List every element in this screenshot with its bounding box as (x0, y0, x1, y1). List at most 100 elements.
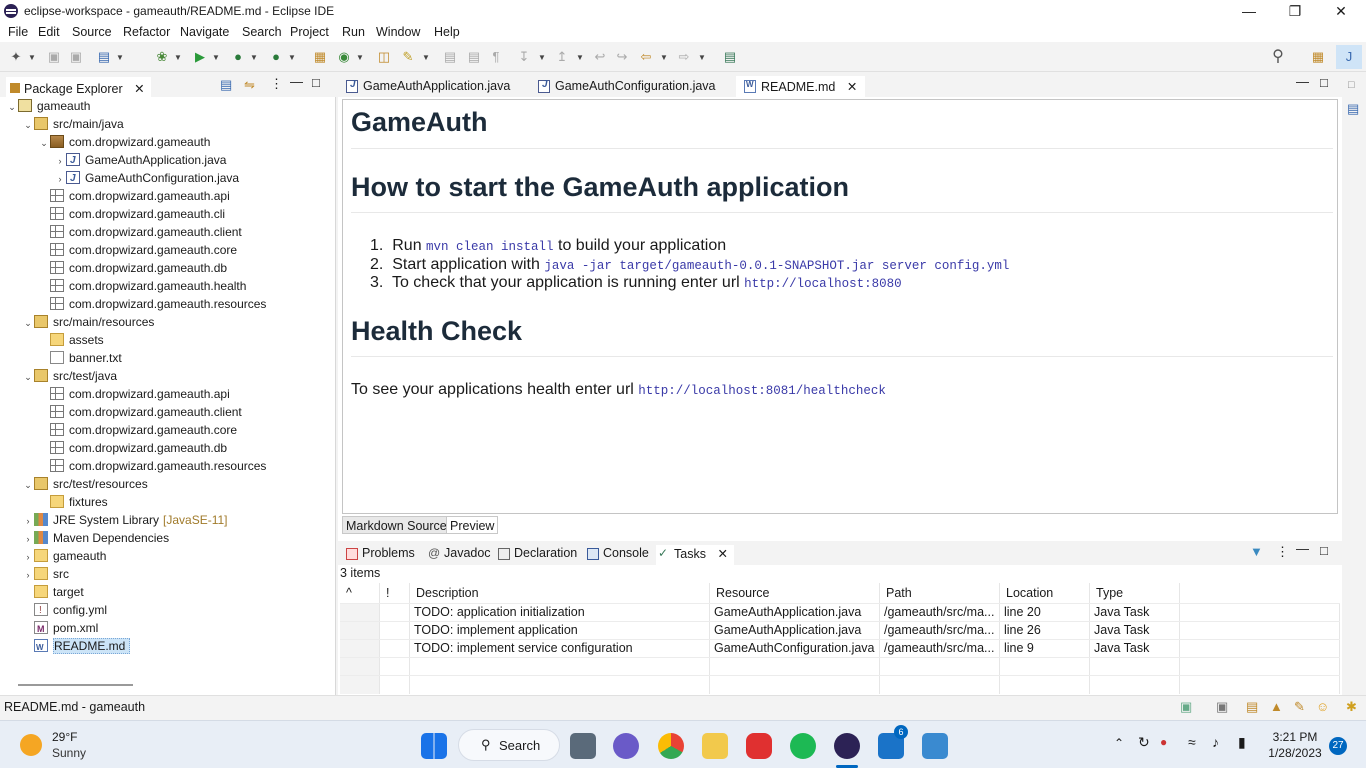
restore-button[interactable]: ❐ (1272, 0, 1318, 22)
eclipse-icon[interactable] (834, 733, 860, 759)
chevron-up-icon[interactable]: ⌃ (1114, 736, 1124, 750)
forward-edit-icon[interactable]: ↪ (614, 49, 630, 65)
notification-badge[interactable]: 27 (1329, 737, 1347, 755)
markdown-preview[interactable]: GameAuth How to start the GameAuth appli… (342, 99, 1338, 514)
tree-item[interactable]: › Maven Dependencies (22, 529, 170, 548)
tree-item[interactable]: › JRE System Library [JavaSE-11] (22, 511, 228, 529)
alert-icon[interactable]: ● (1160, 735, 1167, 749)
java-perspective-icon[interactable]: J (1336, 45, 1362, 69)
tree-item[interactable]: com.dropwizard.gameauth.api (38, 187, 230, 205)
previous-annotation-icon[interactable]: ↥ (554, 49, 570, 65)
terminal-dropdown-icon[interactable]: ▼ (116, 53, 124, 62)
back-icon[interactable]: ⇦ (638, 49, 654, 65)
minimize-editor-icon[interactable]: — (1296, 74, 1309, 89)
chevron-down-icon[interactable]: ⌄ (38, 134, 50, 152)
tree-item[interactable]: ⌄ gameauth (6, 97, 90, 115)
weather-temp[interactable]: 29°F (52, 730, 77, 744)
menu-edit[interactable]: Edit (38, 25, 60, 39)
tree-item[interactable]: › GameAuthConfiguration.java (54, 169, 240, 188)
tree-item[interactable]: ⌄ src/main/resources (22, 313, 154, 331)
link-with-editor-icon[interactable]: ⇋ (244, 77, 255, 93)
tutorial-icon[interactable]: ▲ (1270, 699, 1283, 714)
toggle-block-selection-icon[interactable]: ▤ (466, 49, 482, 65)
tree-item[interactable]: ⌄ com.dropwizard.gameauth (38, 133, 210, 151)
menu-help[interactable]: Help (434, 25, 460, 39)
coverage-dropdown-icon[interactable]: ▼ (250, 53, 258, 62)
external-tools-icon[interactable]: ● (268, 49, 284, 65)
column-type[interactable]: Type (1090, 583, 1180, 603)
view-menu-icon[interactable]: ⋮ (1276, 544, 1289, 560)
run-icon[interactable]: ▶ (192, 49, 208, 65)
terminal-icon[interactable]: ▤ (96, 49, 112, 65)
sync-icon[interactable]: ↻ (1138, 734, 1150, 751)
chevron-right-icon[interactable]: › (22, 512, 34, 530)
tree-item[interactable]: com.dropwizard.gameauth.db (38, 439, 227, 457)
wifi-icon[interactable]: ≈ (1188, 734, 1196, 750)
close-icon[interactable]: ✕ (134, 82, 144, 96)
minimize-view-icon[interactable]: — (290, 74, 303, 89)
tree-item[interactable]: ⌄ src/main/java (22, 115, 123, 134)
spotify-icon[interactable] (790, 733, 816, 759)
maximize-view-icon[interactable]: □ (1320, 543, 1328, 558)
tip-icon[interactable]: ✱ (1346, 699, 1357, 715)
clock-date[interactable]: 1/28/2023 (1262, 746, 1328, 760)
clock-time[interactable]: 3:21 PM (1262, 730, 1328, 744)
external-tools-dropdown-icon[interactable]: ▼ (288, 53, 296, 62)
tree-item[interactable]: pom.xml (22, 619, 98, 638)
open-type-icon[interactable]: ◫ (376, 49, 392, 65)
tab-markdown-source[interactable]: Markdown Source (342, 516, 451, 534)
menu-source[interactable]: Source (72, 25, 112, 39)
pen-icon[interactable]: ✎ (1294, 699, 1305, 715)
menu-refactor[interactable]: Refactor (123, 25, 170, 39)
tab-package-explorer[interactable]: Package Explorer ✕ (6, 77, 151, 97)
new-java-package-icon[interactable]: ▦ (312, 49, 328, 65)
tree-item[interactable]: banner.txt (38, 349, 122, 367)
minimize-view-icon[interactable]: — (1296, 541, 1309, 556)
menu-project[interactable]: Project (290, 25, 329, 39)
collapse-all-icon[interactable]: ▤ (220, 77, 232, 93)
anydesk-icon[interactable] (746, 733, 772, 759)
menu-run[interactable]: Run (342, 25, 365, 39)
pin-editor-icon[interactable]: ▤ (722, 49, 738, 65)
restore-icon[interactable]: □ (1348, 79, 1355, 91)
start-icon[interactable] (421, 733, 447, 759)
photos-icon[interactable] (922, 733, 948, 759)
tree-item[interactable]: config.yml (22, 601, 107, 620)
tab-problems[interactable]: Problems (344, 545, 415, 565)
previous-annotation-dropdown-icon[interactable]: ▼ (576, 53, 584, 62)
table-row[interactable]: TODO: implement application GameAuthAppli… (340, 621, 1340, 640)
column-description[interactable]: Description (410, 583, 710, 603)
tree-item[interactable]: com.dropwizard.gameauth.core (38, 421, 237, 439)
menu-navigate[interactable]: Navigate (180, 25, 229, 39)
tab-gameauthapplication-java[interactable]: GameAuthApplication.java (338, 76, 518, 97)
tab-tasks[interactable]: ✓ Tasks ✕ (656, 545, 734, 565)
tree-item[interactable]: com.dropwizard.gameauth.resources (38, 295, 266, 313)
forward-icon[interactable]: ⇨ (676, 49, 692, 65)
tab-readme-md[interactable]: README.md ✕ (736, 76, 866, 97)
tree-item[interactable]: com.dropwizard.gameauth.client (38, 223, 242, 241)
chevron-right-icon[interactable]: › (22, 548, 34, 566)
sun-icon[interactable] (20, 734, 42, 756)
updates-icon[interactable]: ▣ (1180, 699, 1192, 715)
task-view-icon[interactable] (570, 733, 596, 759)
tree-item[interactable]: com.dropwizard.gameauth.api (38, 385, 230, 403)
view-menu-icon[interactable]: ⋮ (270, 76, 283, 92)
chevron-down-icon[interactable]: ⌄ (22, 116, 34, 134)
chevron-down-icon[interactable]: ⌄ (6, 98, 18, 116)
search-icon[interactable]: ⚲ (1270, 49, 1286, 65)
tree-item[interactable]: › src (22, 565, 70, 583)
chevron-right-icon[interactable]: › (22, 530, 34, 548)
close-button[interactable]: ✕ (1318, 0, 1364, 22)
tree-item[interactable]: com.dropwizard.gameauth.resources (38, 457, 266, 475)
coverage-icon[interactable]: ● (230, 49, 246, 65)
tree-item[interactable]: com.dropwizard.gameauth.db (38, 259, 227, 277)
save-all-icon[interactable]: ▣ (68, 49, 84, 65)
new-dropdown-icon[interactable]: ▼ (28, 53, 36, 62)
open-perspective-icon[interactable]: ▦ (1310, 49, 1326, 65)
chevron-right-icon[interactable]: › (54, 152, 66, 170)
next-annotation-icon[interactable]: ↧ (516, 49, 532, 65)
column-priority[interactable]: ! (380, 583, 410, 603)
tab-console[interactable]: Console (585, 545, 649, 565)
smiley-icon[interactable]: ☺ (1316, 699, 1329, 714)
column-sort-indicator[interactable]: ^ (340, 583, 380, 603)
